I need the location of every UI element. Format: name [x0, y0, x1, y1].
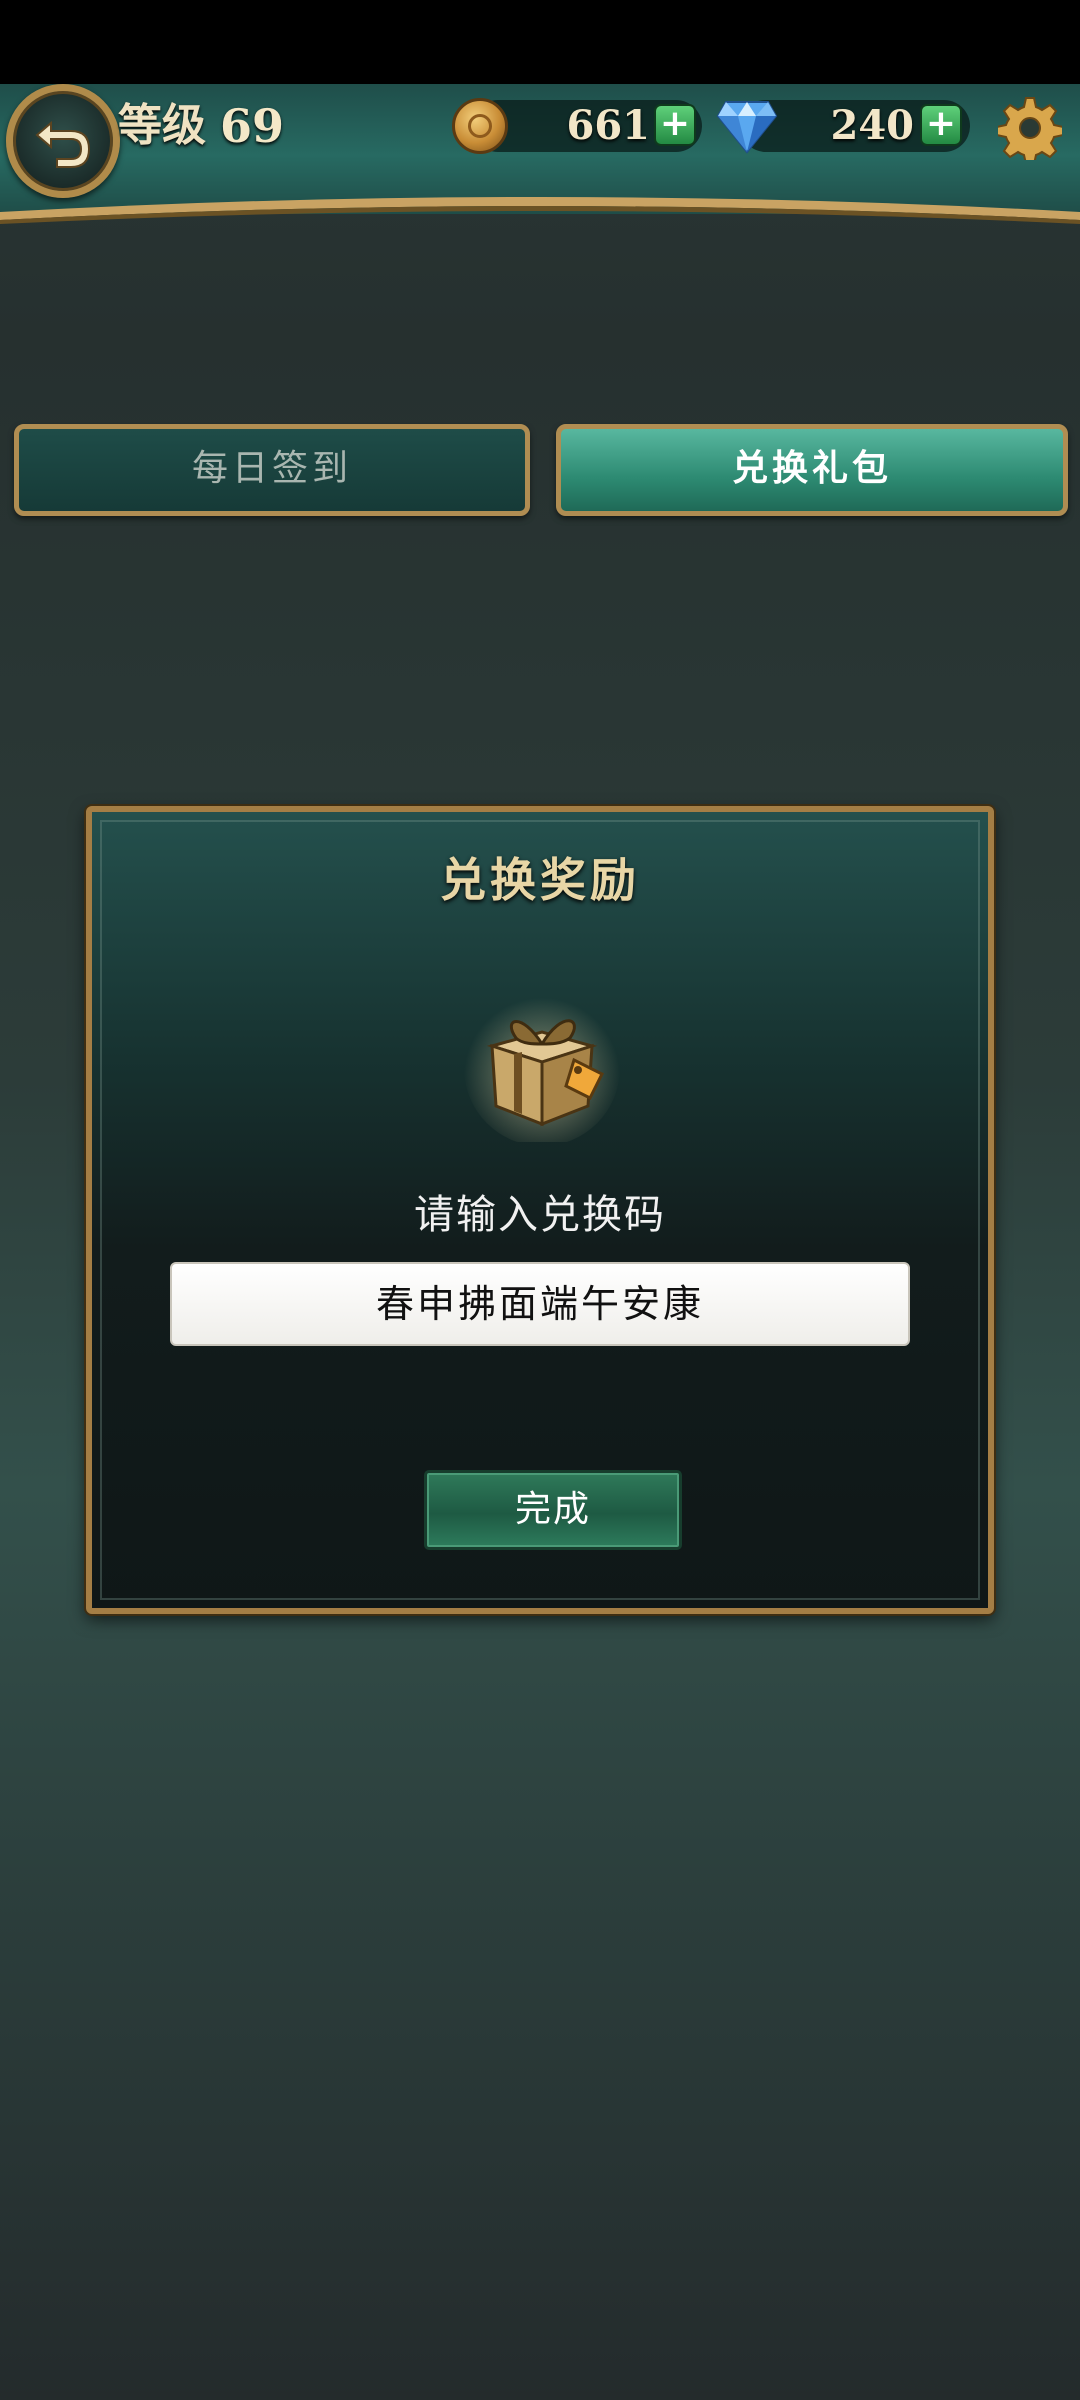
dialog-title: 兑换奖励 — [440, 853, 640, 907]
diamond-icon — [716, 101, 778, 154]
tab-redeem-gift[interactable]: 兑换礼包 — [556, 424, 1068, 516]
add-coins-button[interactable]: + — [654, 104, 696, 146]
coin-amount: 661 — [566, 102, 651, 149]
gift-box-icon — [464, 990, 620, 1142]
level-label: 等级 — [118, 100, 206, 151]
tab-daily-checkin[interactable]: 每日签到 — [14, 424, 530, 516]
top-bar-rim — [0, 197, 1080, 224]
confirm-button[interactable]: 完成 — [424, 1470, 682, 1550]
redeem-code-prompt: 请输入兑换码 — [414, 1192, 666, 1238]
level-value: 69 — [220, 99, 285, 153]
coin-icon — [452, 98, 508, 154]
redeem-dialog: 兑换奖励 请输入兑换码 春申拂面端午安康 完成 — [86, 806, 994, 1614]
back-button[interactable] — [6, 84, 120, 198]
gear-icon[interactable] — [998, 96, 1062, 160]
gem-amount: 240 — [830, 102, 915, 149]
redeem-code-input[interactable]: 春申拂面端午安康 — [170, 1262, 910, 1346]
status-bar — [0, 0, 1080, 84]
add-gems-button[interactable]: + — [920, 104, 962, 146]
back-arrow-icon — [35, 120, 91, 168]
